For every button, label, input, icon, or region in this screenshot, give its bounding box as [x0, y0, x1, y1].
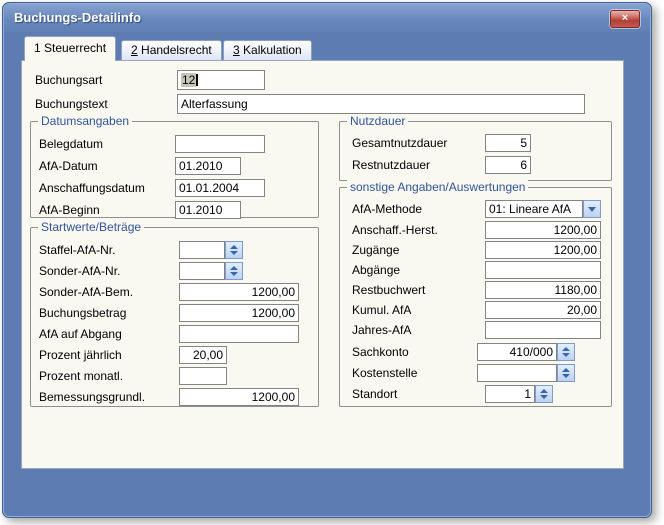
- afa-beginn-label: AfA-Beginn: [39, 201, 100, 219]
- group-sonstige-title: sonstige Angaben/Auswertungen: [347, 180, 528, 194]
- buchungsart-input[interactable]: 12: [177, 70, 265, 90]
- selected-text: 12: [181, 73, 196, 87]
- afa-methode-combobox[interactable]: 01: Lineare AfA: [485, 200, 583, 218]
- kostenstelle-label: Kostenstelle: [352, 364, 417, 382]
- afa-datum-label: AfA-Datum: [39, 157, 98, 175]
- kumul-afa-label: Kumul. AfA: [352, 301, 411, 319]
- sachkonto-input[interactable]: 410/000: [477, 343, 557, 361]
- gesamtnutzdauer-label: Gesamtnutzdauer: [352, 134, 447, 152]
- anschaffungsdatum-input[interactable]: 01.01.2004: [175, 179, 265, 197]
- tab-kalkulation[interactable]: 3 Kalkulation: [223, 40, 312, 60]
- afa-auf-abgang-input[interactable]: [179, 325, 299, 343]
- kumul-afa-input[interactable]: 20,00: [485, 301, 601, 319]
- sonder-afa-nr-label: Sonder-AfA-Nr.: [39, 262, 120, 280]
- staffel-afa-nr-label: Staffel-AfA-Nr.: [39, 241, 115, 259]
- group-datumsangaben-title: Datumsangaben: [38, 114, 132, 128]
- sachkonto-label: Sachkonto: [352, 343, 409, 361]
- spin-up-icon: [562, 368, 570, 372]
- close-button[interactable]: ×: [610, 10, 640, 28]
- tab-label: Handelsrecht: [138, 43, 212, 57]
- spin-down-icon: [230, 251, 238, 255]
- sonder-afa-bem-label: Sonder-AfA-Bem.: [39, 283, 133, 301]
- group-sonstige: sonstige Angaben/Auswertungen AfA-Method…: [339, 187, 612, 407]
- gesamtnutzdauer-input[interactable]: 5: [485, 134, 531, 152]
- bemessungsgrundl-input[interactable]: 1200,00: [179, 388, 299, 406]
- standort-spinner[interactable]: [535, 385, 553, 403]
- spin-down-icon: [230, 272, 238, 276]
- text-caret: [196, 74, 198, 86]
- afa-methode-dropdown-button[interactable]: [583, 200, 601, 218]
- jahres-afa-label: Jahres-AfA: [352, 321, 411, 339]
- prozent-jaehrlich-label: Prozent jährlich: [39, 346, 122, 364]
- group-nutzdauer: Nutzdauer Gesamtnutzdauer 5 Restnutzdaue…: [339, 121, 612, 181]
- group-datumsangaben: Datumsangaben Belegdatum AfA-Datum 01.20…: [30, 121, 319, 218]
- prozent-jaehrlich-input[interactable]: 20,00: [179, 346, 227, 364]
- close-icon: ×: [622, 12, 628, 24]
- spin-up-icon: [540, 389, 548, 393]
- buchungsart-label: Buchungsart: [35, 71, 102, 89]
- restbuchwert-label: Restbuchwert: [352, 281, 425, 299]
- sonder-afa-nr-input[interactable]: [179, 262, 225, 280]
- buchungstext-input[interactable]: Alterfassung: [177, 94, 585, 114]
- spin-up-icon: [562, 347, 570, 351]
- abgaenge-label: Abgänge: [352, 261, 400, 279]
- prozent-monatl-input[interactable]: [179, 367, 227, 385]
- afa-methode-label: AfA-Methode: [352, 200, 422, 218]
- jahres-afa-input[interactable]: [485, 321, 601, 339]
- buchungsbetrag-input[interactable]: 1200,00: [179, 304, 299, 322]
- restnutzdauer-input[interactable]: 6: [485, 156, 531, 174]
- buchungstext-label: Buchungstext: [35, 95, 108, 113]
- anschaff-herst-label: Anschaff.-Herst.: [352, 221, 438, 239]
- title-bar[interactable]: Buchungs-Detailinfo ×: [4, 4, 650, 32]
- buchungsbetrag-label: Buchungsbetrag: [39, 304, 126, 322]
- sonder-afa-bem-input[interactable]: 1200,00: [179, 283, 299, 301]
- group-startwerte-title: Startwerte/Beträge: [38, 220, 144, 234]
- standort-label: Standort: [352, 385, 397, 403]
- anschaff-herst-input[interactable]: 1200,00: [485, 221, 601, 239]
- belegdatum-input[interactable]: [175, 135, 265, 153]
- window-title: Buchungs-Detailinfo: [14, 10, 141, 25]
- staffel-afa-nr-input[interactable]: [179, 241, 225, 259]
- spin-up-icon: [230, 266, 238, 270]
- afa-auf-abgang-label: AfA auf Abgang: [39, 325, 122, 343]
- kostenstelle-spinner[interactable]: [557, 364, 575, 382]
- tab-label: 1 Steuerrecht: [34, 41, 106, 55]
- afa-beginn-input[interactable]: 01.2010: [175, 201, 241, 219]
- tab-label: Kalkulation: [240, 43, 302, 57]
- afa-datum-input[interactable]: 01.2010: [175, 157, 241, 175]
- anschaffungsdatum-label: Anschaffungsdatum: [39, 179, 145, 197]
- group-nutzdauer-title: Nutzdauer: [347, 114, 408, 128]
- kostenstelle-input[interactable]: [477, 364, 557, 382]
- tab-page-steuerrecht: Buchungsart 12 Buchungstext Alterfassung…: [21, 60, 624, 469]
- restbuchwert-input[interactable]: 1180,00: [485, 281, 601, 299]
- spin-down-icon: [562, 374, 570, 378]
- standort-input[interactable]: 1: [485, 385, 535, 403]
- restnutzdauer-label: Restnutzdauer: [352, 156, 430, 174]
- bemessungsgrundl-label: Bemessungsgrundl.: [39, 388, 145, 406]
- chevron-down-icon: [588, 207, 596, 212]
- sonder-afa-nr-spinner[interactable]: [225, 262, 243, 280]
- group-startwerte: Startwerte/Beträge Staffel-AfA-Nr. Sonde…: [30, 227, 319, 407]
- abgaenge-input[interactable]: [485, 261, 601, 279]
- spin-up-icon: [230, 245, 238, 249]
- tab-steuerrecht[interactable]: 1 Steuerrecht: [24, 36, 116, 61]
- prozent-monatl-label: Prozent monatl.: [39, 367, 123, 385]
- zugaenge-input[interactable]: 1200,00: [485, 241, 601, 259]
- zugaenge-label: Zugänge: [352, 241, 399, 259]
- spin-down-icon: [562, 353, 570, 357]
- dialog-window: Buchungs-Detailinfo × 1 Steuerrecht 2 Ha…: [2, 2, 652, 518]
- spin-down-icon: [540, 395, 548, 399]
- sachkonto-spinner[interactable]: [557, 343, 575, 361]
- belegdatum-label: Belegdatum: [39, 135, 103, 153]
- tab-handelsrecht[interactable]: 2 Handelsrecht: [121, 40, 222, 60]
- staffel-afa-nr-spinner[interactable]: [225, 241, 243, 259]
